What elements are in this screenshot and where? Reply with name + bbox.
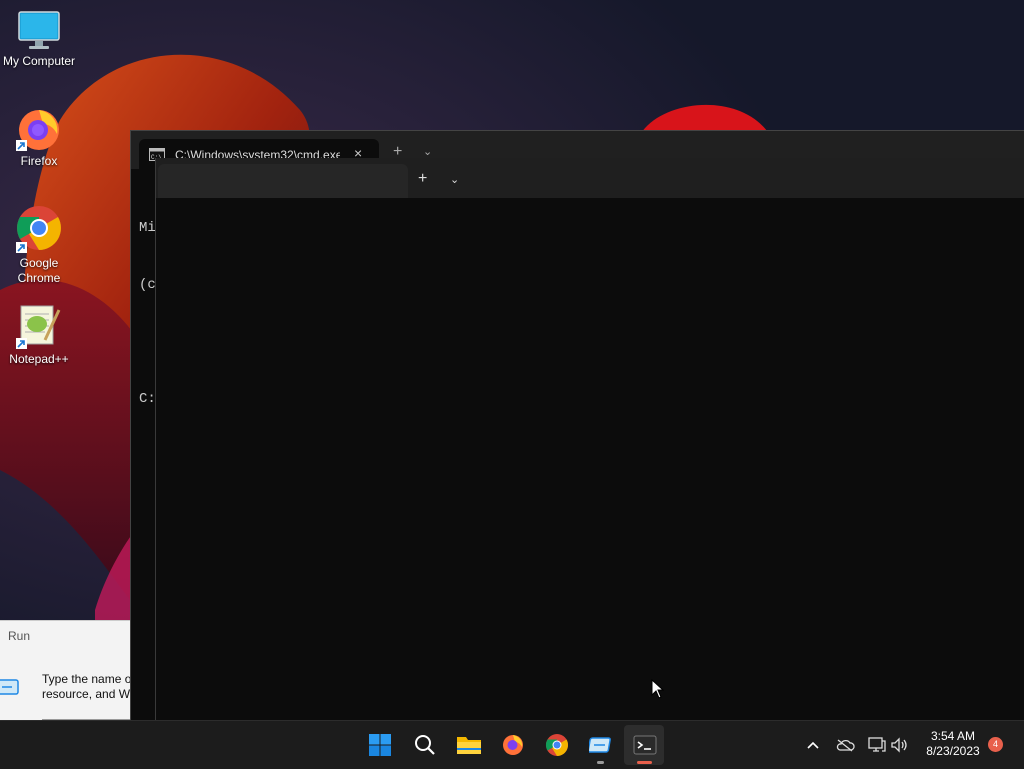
desktop-icon-label: Firefox [20, 154, 58, 168]
taskbar-firefox[interactable] [498, 730, 528, 760]
desktop-icon-label: My Computer [2, 54, 76, 68]
chrome-icon [546, 734, 568, 756]
running-indicator [597, 761, 604, 764]
tab-dropdown-button[interactable]: ⌄ [423, 145, 432, 158]
taskbar: 3:54 AM 8/23/2023 4 [0, 720, 1024, 769]
start-button[interactable] [365, 730, 395, 760]
mouse-cursor-icon [651, 679, 665, 699]
desktop-icon-google-chrome[interactable]: Google Chrome [0, 204, 78, 286]
notification-badge[interactable]: 4 [988, 737, 1003, 752]
tab-blank[interactable] [158, 164, 408, 198]
taskbar-clock[interactable]: 3:54 AM 8/23/2023 [920, 729, 986, 759]
clock-date: 8/23/2023 [926, 744, 980, 758]
network-icon [868, 737, 886, 752]
taskbar-terminal[interactable] [630, 730, 660, 760]
run-icon [589, 737, 611, 753]
search-button[interactable] [410, 730, 440, 760]
new-tab-button[interactable]: + [418, 170, 427, 188]
desktop-icon-my-computer[interactable]: My Computer [0, 10, 78, 69]
tray-network[interactable] [867, 735, 887, 755]
tab-dropdown-button[interactable]: ⌄ [450, 173, 459, 186]
start-icon [369, 734, 391, 756]
run-dialog: Run Type the name o resource, and Wi [0, 620, 140, 721]
desktop-icon-notepadpp[interactable]: Notepad++ [0, 302, 78, 367]
notepadpp-icon [16, 305, 61, 349]
search-icon [415, 735, 435, 755]
run-dialog-description: Type the name o resource, and Wi [42, 672, 140, 702]
run-dialog-description-line: Type the name o [42, 672, 132, 686]
active-indicator [637, 761, 652, 764]
taskbar-run[interactable] [586, 730, 616, 760]
desktop-icon-firefox[interactable]: Firefox [0, 106, 78, 169]
run-dialog-description-line: resource, and Wi [42, 687, 133, 701]
tray-overflow-button[interactable] [803, 735, 823, 755]
monitor-icon [18, 11, 60, 49]
taskbar-chrome[interactable] [542, 730, 572, 760]
tray-volume[interactable] [890, 735, 910, 755]
chrome-icon [16, 206, 61, 253]
cloud-offline-icon [836, 739, 855, 752]
run-icon [0, 679, 19, 695]
desktop-icon-label: Notepad++ [9, 352, 69, 366]
firefox-icon [503, 735, 523, 755]
tray-onedrive[interactable] [835, 735, 855, 755]
speaker-icon [891, 737, 907, 753]
desktop-icon-label: Google Chrome [17, 256, 61, 285]
terminal-window[interactable]: + ⌄ [155, 158, 1024, 720]
chevron-up-icon [807, 741, 819, 749]
terminal-icon [633, 735, 657, 755]
run-dialog-title: Run [8, 629, 31, 643]
file-explorer-icon [457, 737, 481, 754]
clock-time: 3:54 AM [930, 729, 976, 743]
firefox-icon [16, 110, 59, 151]
terminal-content[interactable] [156, 198, 1024, 720]
taskbar-file-explorer[interactable] [454, 730, 484, 760]
